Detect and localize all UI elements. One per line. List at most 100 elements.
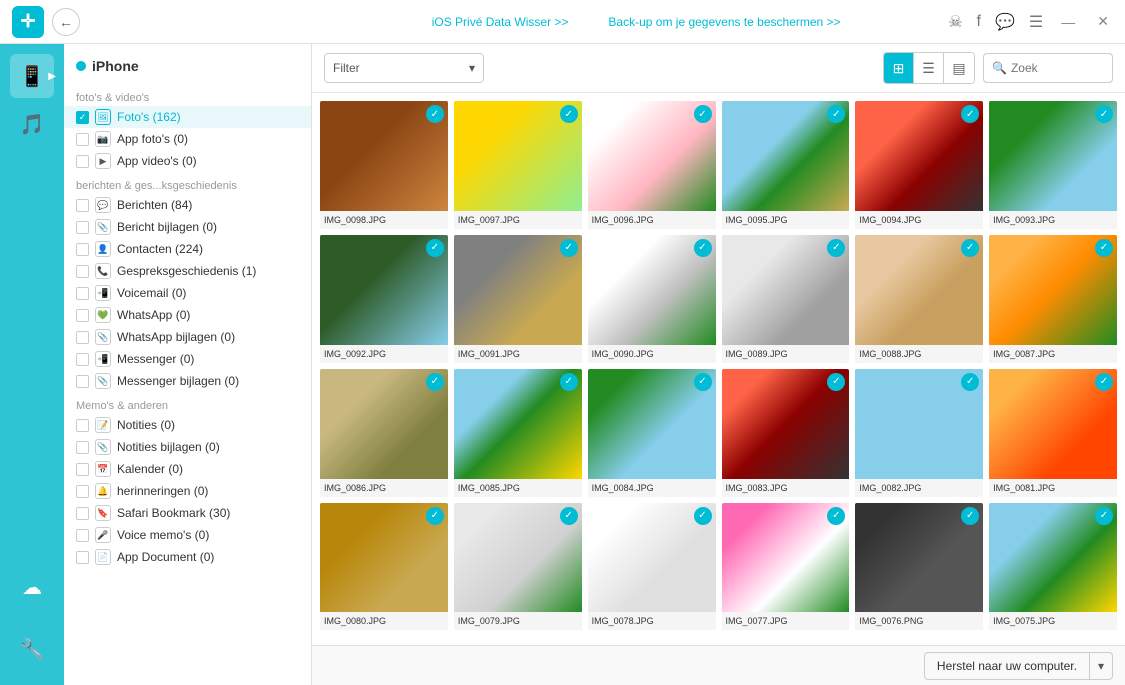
- nav-music-icon[interactable]: 🎵: [10, 102, 54, 146]
- menu-icon[interactable]: ☰: [1029, 12, 1043, 32]
- sidebar-item-whatsapp-bijlagen[interactable]: 📎 WhatsApp bijlagen (0): [64, 326, 311, 348]
- photo-item-p19[interactable]: ✓IMG_0080.JPG: [320, 503, 448, 631]
- sidebar-item-kalender[interactable]: 📅 Kalender (0): [64, 458, 311, 480]
- photo-item-p13[interactable]: ✓IMG_0086.JPG: [320, 369, 448, 497]
- restore-button[interactable]: Herstel naar uw computer. ▾: [924, 652, 1113, 680]
- person-icon[interactable]: ☠: [948, 12, 962, 32]
- photo-label: IMG_0090.JPG: [588, 345, 716, 363]
- checkbox-notities-bijlagen[interactable]: [76, 441, 89, 454]
- photo-item-p18[interactable]: ✓IMG_0081.JPG: [989, 369, 1117, 497]
- section-label-memos: Memo's & anderen: [64, 396, 311, 414]
- photo-label: IMG_0098.JPG: [320, 211, 448, 229]
- checkbox-app-videos[interactable]: [76, 155, 89, 168]
- photo-item-p7[interactable]: ✓IMG_0092.JPG: [320, 235, 448, 363]
- photo-label: IMG_0076.PNG: [855, 612, 983, 630]
- nav-cloud-icon[interactable]: ☁: [10, 565, 54, 609]
- photo-item-p16[interactable]: ✓IMG_0083.JPG: [722, 369, 850, 497]
- photo-item-p14[interactable]: ✓IMG_0085.JPG: [454, 369, 582, 497]
- sidebar-item-notities-bijlagen[interactable]: 📎 Notities bijlagen (0): [64, 436, 311, 458]
- checkbox-app-document[interactable]: [76, 551, 89, 564]
- photo-label: IMG_0097.JPG: [454, 211, 582, 229]
- photo-item-p11[interactable]: ✓IMG_0088.JPG: [855, 235, 983, 363]
- gespreks-icon: 📞: [95, 263, 111, 279]
- content-toolbar: Filter ▾ ⊞ ☰ ▤ 🔍: [312, 44, 1125, 93]
- photo-check-badge: ✓: [827, 373, 845, 391]
- list-view-button[interactable]: ☰: [914, 53, 944, 83]
- grid-view-button[interactable]: ⊞: [884, 53, 914, 83]
- checkbox-safari[interactable]: [76, 507, 89, 520]
- photo-check-badge: ✓: [560, 105, 578, 123]
- sidebar: iPhone foto's & video's ✓ 🖼 Foto's (162)…: [64, 44, 312, 685]
- photo-item-p20[interactable]: ✓IMG_0079.JPG: [454, 503, 582, 631]
- photo-item-p22[interactable]: ✓IMG_0077.JPG: [722, 503, 850, 631]
- filter-select[interactable]: Filter ▾: [324, 53, 484, 83]
- checkbox-whatsapp[interactable]: [76, 309, 89, 322]
- sidebar-item-messenger[interactable]: 📲 Messenger (0): [64, 348, 311, 370]
- sidebar-item-fotos[interactable]: ✓ 🖼 Foto's (162): [64, 106, 311, 128]
- search-input[interactable]: [1011, 61, 1104, 75]
- photo-check-badge: ✓: [961, 507, 979, 525]
- back-button[interactable]: ←: [52, 8, 80, 36]
- sidebar-item-voicemail[interactable]: 📲 Voicemail (0): [64, 282, 311, 304]
- sidebar-item-berichten[interactable]: 💬 Berichten (84): [64, 194, 311, 216]
- checkbox-messenger[interactable]: [76, 353, 89, 366]
- gespreks-label: Gespreksgeschiedenis (1): [117, 264, 303, 278]
- sidebar-item-messenger-bijlagen[interactable]: 📎 Messenger bijlagen (0): [64, 370, 311, 392]
- sidebar-item-app-videos[interactable]: ▶ App video's (0): [64, 150, 311, 172]
- sidebar-item-herinneringen[interactable]: 🔔 herinneringen (0): [64, 480, 311, 502]
- sidebar-item-app-document[interactable]: 📄 App Document (0): [64, 546, 311, 568]
- photo-item-p12[interactable]: ✓IMG_0087.JPG: [989, 235, 1117, 363]
- photo-item-p24[interactable]: ✓IMG_0075.JPG: [989, 503, 1117, 631]
- photo-item-p15[interactable]: ✓IMG_0084.JPG: [588, 369, 716, 497]
- checkbox-whatsapp-bijlagen[interactable]: [76, 331, 89, 344]
- photo-item-p5[interactable]: ✓IMG_0094.JPG: [855, 101, 983, 229]
- bottom-bar: Herstel naar uw computer. ▾: [312, 645, 1125, 685]
- sidebar-item-app-fotos[interactable]: 📷 App foto's (0): [64, 128, 311, 150]
- sidebar-item-contacten[interactable]: 👤 Contacten (224): [64, 238, 311, 260]
- close-button[interactable]: ✕: [1093, 13, 1113, 30]
- checkbox-voice-memos[interactable]: [76, 529, 89, 542]
- checkbox-berichten[interactable]: [76, 199, 89, 212]
- nav-phone-icon[interactable]: 📱 ▶: [10, 54, 54, 98]
- photo-check-badge: ✓: [1095, 239, 1113, 257]
- checkbox-messenger-bijlagen[interactable]: [76, 375, 89, 388]
- backup-link[interactable]: Back-up om je gegevens te beschermen >>: [608, 15, 840, 29]
- restore-dropdown-icon[interactable]: ▾: [1090, 653, 1112, 679]
- sidebar-item-notities[interactable]: 📝 Notities (0): [64, 414, 311, 436]
- checkbox-gespreks[interactable]: [76, 265, 89, 278]
- checkbox-app-fotos[interactable]: [76, 133, 89, 146]
- minimize-button[interactable]: —: [1057, 14, 1079, 30]
- facebook-icon[interactable]: f: [977, 13, 981, 31]
- photo-item-p4[interactable]: ✓IMG_0095.JPG: [722, 101, 850, 229]
- ios-data-wiper-link[interactable]: iOS Privé Data Wisser >>: [432, 15, 569, 29]
- detail-view-button[interactable]: ▤: [944, 53, 974, 83]
- photo-item-p17[interactable]: ✓IMG_0082.JPG: [855, 369, 983, 497]
- sidebar-item-safari-bookmark[interactable]: 🔖 Safari Bookmark (30): [64, 502, 311, 524]
- photo-item-p2[interactable]: ✓ IMG_0097.JPG: [454, 101, 582, 229]
- messenger-bijlagen-label: Messenger bijlagen (0): [117, 374, 303, 388]
- voicemail-icon: 📲: [95, 285, 111, 301]
- photo-item-p6[interactable]: ✓IMG_0093.JPG: [989, 101, 1117, 229]
- photo-item-p10[interactable]: ✓IMG_0089.JPG: [722, 235, 850, 363]
- voice-memos-icon: 🎤: [95, 527, 111, 543]
- photo-item-p8[interactable]: ✓IMG_0091.JPG: [454, 235, 582, 363]
- checkbox-fotos[interactable]: ✓: [76, 111, 89, 124]
- photo-check-badge: ✓: [560, 507, 578, 525]
- checkbox-voicemail[interactable]: [76, 287, 89, 300]
- sidebar-item-bericht-bijlagen[interactable]: 📎 Bericht bijlagen (0): [64, 216, 311, 238]
- checkbox-contacten[interactable]: [76, 243, 89, 256]
- nav-tools-icon[interactable]: 🔧: [10, 627, 54, 671]
- checkbox-kalender[interactable]: [76, 463, 89, 476]
- sidebar-item-voice-memos[interactable]: 🎤 Voice memo's (0): [64, 524, 311, 546]
- checkbox-herinneringen[interactable]: [76, 485, 89, 498]
- photo-item-p1[interactable]: ✓IMG_0098.JPG: [320, 101, 448, 229]
- checkbox-notities[interactable]: [76, 419, 89, 432]
- checkbox-bericht-bijlagen[interactable]: [76, 221, 89, 234]
- photo-item-p9[interactable]: ✓IMG_0090.JPG: [588, 235, 716, 363]
- sidebar-item-gespreksgeschiedenis[interactable]: 📞 Gespreksgeschiedenis (1): [64, 260, 311, 282]
- photo-item-p21[interactable]: ✓IMG_0078.JPG: [588, 503, 716, 631]
- chat-icon[interactable]: 💬: [995, 12, 1015, 32]
- sidebar-item-whatsapp[interactable]: 💚 WhatsApp (0): [64, 304, 311, 326]
- photo-item-p23[interactable]: ✓ IMG_0076.PNG: [855, 503, 983, 631]
- photo-item-p3[interactable]: ✓IMG_0096.JPG: [588, 101, 716, 229]
